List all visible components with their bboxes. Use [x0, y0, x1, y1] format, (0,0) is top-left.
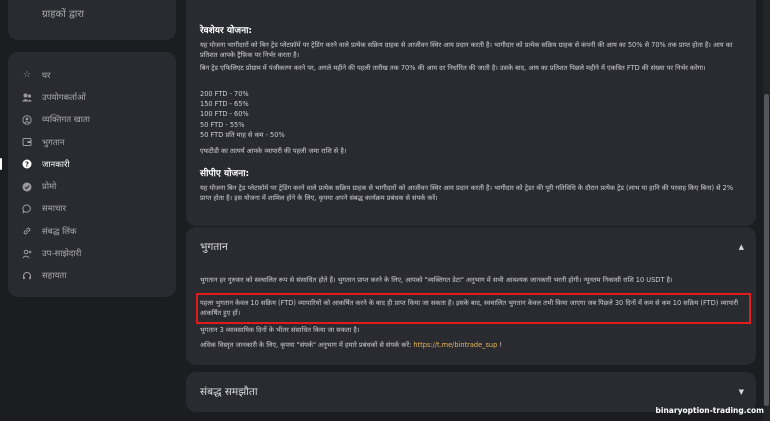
chevron-up-icon[interactable]: ▲	[739, 243, 744, 251]
sidebar-item-by-clients[interactable]: ग्राहकों द्वारा	[42, 6, 84, 20]
sidebar-item-label: घर	[42, 70, 51, 81]
agreement-accordion-header[interactable]: संबद्ध समझौता	[200, 385, 258, 399]
payment-paragraph-3: भुगतान 3 व्यावसायिक दिनों के भीतर संसाधि…	[200, 326, 360, 334]
svg-text:?: ?	[25, 161, 29, 169]
list-item: 150 FTD - 65%	[200, 100, 249, 109]
sidebar: ग्राहकों द्वारा ☆ घर उपयोगकर्ताओं व्यक्त…	[0, 0, 186, 421]
active-indicator	[0, 158, 2, 171]
sidebar-item-label: जानकारी	[42, 159, 70, 170]
revshare-paragraph-1: यह योजना भागीदारों को बिन ट्रेड प्लेटफ़ॉ…	[200, 41, 733, 59]
sidebar-item-affiliate-links[interactable]: संबद्ध लिंक	[8, 220, 176, 242]
telegram-link[interactable]: https://t.me/bintrade_sup	[413, 341, 497, 349]
sidebar-item-sub-partnership[interactable]: उप-साझेदारी	[8, 242, 176, 264]
sidebar-top-card[interactable]: ग्राहकों द्वारा	[8, 0, 176, 40]
chevron-down-icon[interactable]: ▼	[739, 388, 744, 396]
payment-contact-suffix: !	[497, 341, 502, 349]
list-item: 50 FTD प्रति माह से कम - 50%	[200, 130, 285, 139]
wallet-icon	[22, 137, 32, 147]
scrollbar[interactable]	[763, 0, 770, 421]
payment-contact-text: अधिक विस्तृत जानकारी के लिए, कृपया "संपर…	[200, 341, 414, 349]
sidebar-item-label: भुगतान	[42, 137, 65, 148]
sidebar-item-account[interactable]: व्यक्तिगत खाता	[8, 109, 176, 131]
payment-paragraph-2: पहला भुगतान केवल 10 सक्रिय (FTD) व्यापार…	[200, 299, 739, 317]
sidebar-item-label: सहायता	[42, 271, 67, 282]
list-item: 100 FTD - 60%	[200, 110, 249, 119]
sidebar-item-label: व्यक्तिगत खाता	[42, 115, 90, 126]
payment-accordion-header[interactable]: भुगतान	[200, 240, 228, 254]
link-icon	[22, 226, 32, 236]
promo-icon	[22, 182, 32, 192]
scrollbar-thumb[interactable]	[764, 94, 769, 406]
sidebar-item-label: समाचार	[42, 204, 67, 215]
revshare-title: रेवशेयर योजना:	[200, 26, 252, 36]
payment-paragraph-4: अधिक विस्तृत जानकारी के लिए, कृपया "संपर…	[200, 340, 740, 350]
sidebar-item-label: संबद्ध लिंक	[42, 226, 77, 237]
sidebar-item-label: उपयोगकर्ताओं	[42, 92, 86, 103]
sidebar-nav: ☆ घर उपयोगकर्ताओं व्यक्तिगत खाता भुगतान …	[0, 52, 176, 297]
news-icon	[22, 204, 32, 214]
payment-paragraph-1: भुगतान हर गुरुवार को स्वचालित रूप से संस…	[200, 276, 673, 284]
sidebar-item-label: प्रोमो	[42, 182, 57, 193]
cpa-paragraph: यह योजना बिन ट्रेड प्लेटफ़ॉर्म पर ट्रेडि…	[200, 184, 734, 202]
sidebar-item-promo[interactable]: प्रोमो	[8, 175, 176, 197]
sidebar-item-label: उप-साझेदारी	[42, 249, 82, 260]
list-item: 200 FTD - 70%	[200, 90, 249, 98]
account-icon	[22, 115, 32, 125]
sidebar-item-information[interactable]: ? जानकारी	[0, 153, 176, 175]
sidebar-item-news[interactable]: समाचार	[8, 198, 176, 220]
sidebar-item-home[interactable]: ☆ घर	[8, 64, 176, 86]
add-user-icon	[22, 249, 32, 259]
cpa-title: सीपीए योजना:	[200, 169, 250, 179]
payment-accordion: भुगतान ▲ भुगतान हर गुरुवार को स्वचालित र…	[186, 227, 756, 365]
info-card-plans: रेवशेयर योजना: यह योजना भागीदारों को बिन…	[186, 0, 756, 226]
revshare-paragraph-2: बिन ट्रेड एफिलिएट प्रोग्राम में पंजीकरण …	[200, 64, 706, 72]
watermark: binaryoption-trading.com	[655, 406, 764, 415]
headset-icon	[22, 271, 32, 281]
sidebar-item-users[interactable]: उपयोगकर्ताओं	[8, 86, 176, 108]
star-icon: ☆	[22, 70, 32, 81]
ftd-note: एफटीडी का तात्पर्य आपके व्यापारी की पहली…	[200, 147, 347, 155]
info-icon: ?	[22, 159, 32, 169]
sidebar-item-payments[interactable]: भुगतान	[8, 131, 176, 153]
users-icon	[22, 92, 32, 102]
sidebar-item-support[interactable]: सहायता	[8, 265, 176, 287]
revshare-tier-list: 200 FTD - 70% 150 FTD - 65% 100 FTD - 60…	[200, 89, 285, 140]
list-item: 50 FTD - 55%	[200, 120, 245, 129]
